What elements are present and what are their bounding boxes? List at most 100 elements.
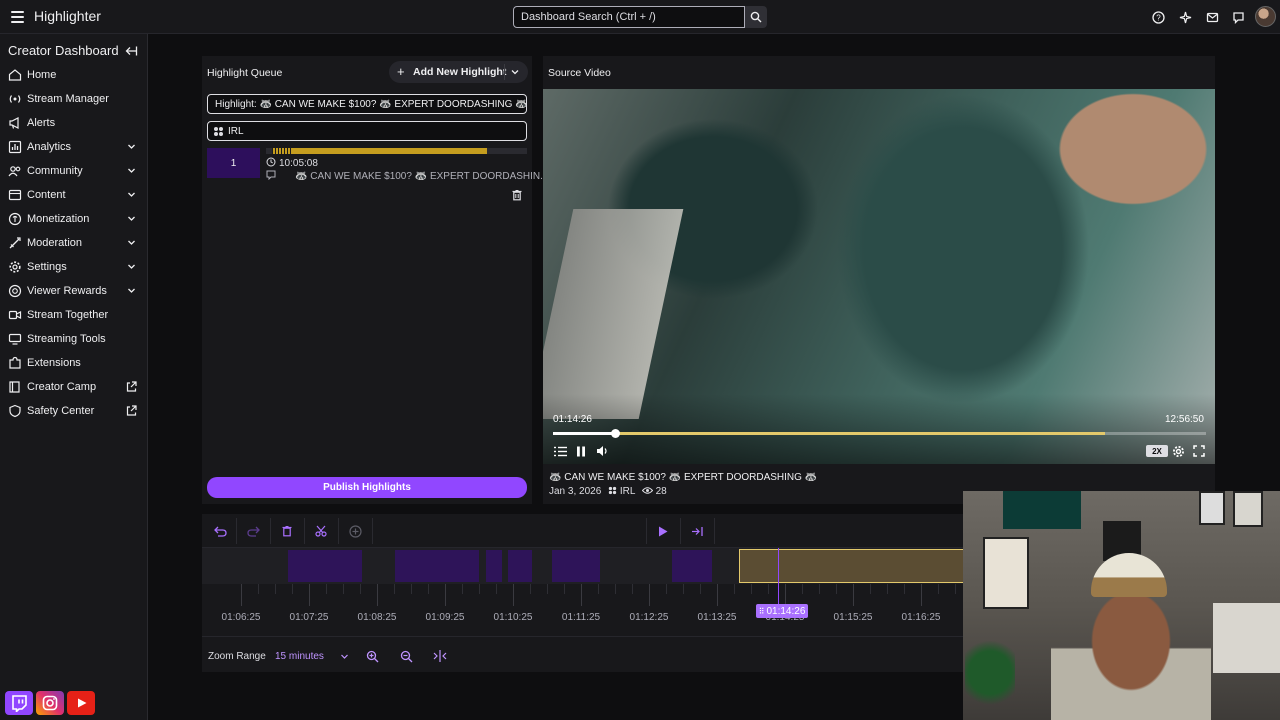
shield-icon — [9, 404, 21, 418]
sidebar-item-moderation[interactable]: Moderation — [0, 232, 147, 254]
timeline-segment[interactable] — [552, 550, 600, 582]
sidebar-item-label: Community — [27, 165, 83, 177]
help-icon[interactable]: ? — [1150, 9, 1166, 25]
settings-gear-icon[interactable] — [1171, 444, 1185, 458]
sparkle-icon[interactable] — [1177, 9, 1193, 25]
ruler-tick — [785, 584, 786, 606]
sidebar-item-settings[interactable]: Settings — [0, 256, 147, 278]
zoom-out-icon[interactable] — [398, 648, 414, 664]
drag-handle-icon: ⠿ — [758, 606, 765, 616]
ruler-tick — [717, 584, 718, 606]
sidebar-item-alerts[interactable]: Alerts — [0, 112, 147, 134]
zoom-in-icon[interactable] — [364, 648, 380, 664]
tools-icon — [8, 333, 22, 345]
clip-number-badge[interactable]: 1 — [207, 148, 260, 178]
category-field[interactable]: IRL — [207, 121, 527, 141]
jump-to-end-icon[interactable] — [687, 521, 707, 541]
timeline-segment[interactable] — [672, 550, 712, 582]
seek-knob[interactable] — [611, 429, 621, 438]
sidebar: Creator Dashboard Home Stream Manager Aler… — [0, 34, 147, 720]
chapters-icon[interactable] — [553, 444, 567, 458]
sidebar-item-analytics[interactable]: Analytics — [0, 136, 147, 158]
video-seek-bar[interactable] — [553, 429, 1206, 438]
playback-speed-button[interactable]: 2X — [1146, 445, 1168, 457]
sidebar-item-label: Safety Center — [27, 405, 95, 417]
sidebar-item-label: Content — [27, 189, 66, 201]
chevron-down-icon[interactable] — [510, 67, 520, 77]
sidebar-item-viewer-rewards[interactable]: Viewer Rewards — [0, 280, 147, 302]
undo-icon[interactable] — [210, 521, 230, 541]
external-link-icon — [126, 381, 137, 392]
chevron-down-icon[interactable] — [126, 213, 137, 224]
timeline-segment[interactable] — [486, 550, 502, 582]
sword-icon — [9, 237, 21, 249]
video-category: IRL — [619, 486, 636, 497]
add-new-highlight-button[interactable]: + Add New Highlight — [389, 61, 528, 83]
app-title: Highlighter — [34, 8, 101, 24]
category-value: IRL — [228, 126, 244, 137]
sidebar-item-extensions[interactable]: Extensions — [0, 352, 147, 374]
sidebar-item-label: Home — [27, 69, 57, 81]
ruler-tick — [581, 584, 582, 606]
volume-icon[interactable] — [595, 444, 609, 458]
community-icon — [8, 166, 21, 177]
twitch-icon — [5, 691, 33, 715]
eye-icon — [641, 487, 653, 494]
zoom-range-select[interactable]: 15 minutes — [275, 651, 324, 662]
chevron-down-icon[interactable] — [126, 189, 137, 200]
timeline-segment[interactable] — [395, 550, 479, 582]
home-icon — [8, 69, 22, 81]
source-video-title: Source Video — [548, 67, 611, 79]
chevron-down-icon[interactable] — [126, 165, 137, 176]
highlight-title-field[interactable]: Highlight: 🦝 CAN WE MAKE $100? 🦝 EXPERT … — [207, 94, 527, 114]
chevron-down-icon[interactable] — [126, 237, 137, 248]
playhead-time-label[interactable]: ⠿ 01:14:26 — [756, 604, 808, 618]
sidebar-item-streaming-tools[interactable]: Streaming Tools — [0, 328, 147, 350]
video-player[interactable]: 01:14:26 12:56:50 2X — [543, 89, 1215, 464]
pause-icon[interactable] — [574, 444, 588, 458]
top-bar: Highlighter ? — [0, 0, 1280, 34]
sidebar-item-label: Monetization — [27, 213, 90, 225]
ruler-tick — [377, 584, 378, 606]
chevron-down-icon[interactable] — [340, 652, 349, 661]
analytics-icon — [8, 140, 22, 154]
sidebar-item-content[interactable]: Content — [0, 184, 147, 206]
video-meta: Jan 3, 2026 IRL 28 — [549, 486, 667, 497]
ruler-tick — [241, 584, 242, 606]
sidebar-item-label: Stream Manager — [27, 93, 109, 105]
clip-strip[interactable] — [266, 148, 527, 154]
sidebar-item-stream-together[interactable]: Stream Together — [0, 304, 147, 326]
user-avatar[interactable] — [1255, 6, 1276, 27]
video-views: 28 — [655, 486, 667, 497]
chevron-down-icon[interactable] — [126, 141, 137, 152]
sidebar-item-safety-center[interactable]: Safety Center — [0, 400, 147, 422]
ruler-tick — [649, 584, 650, 606]
publish-highlights-button[interactable]: Publish Highlights — [207, 477, 527, 498]
collapse-sidebar-icon[interactable] — [124, 44, 138, 58]
sidebar-item-stream-manager[interactable]: Stream Manager — [0, 88, 147, 110]
trash-icon[interactable] — [511, 189, 523, 201]
play-icon[interactable] — [653, 521, 673, 541]
sidebar-item-community[interactable]: Community — [0, 160, 147, 182]
ruler-tick-label: 01:13:25 — [697, 612, 737, 623]
sidebar-header: Creator Dashboard — [8, 43, 119, 58]
redo-icon[interactable] — [243, 521, 263, 541]
timeline-segment[interactable] — [288, 550, 362, 582]
inbox-icon[interactable] — [1204, 9, 1220, 25]
search-input[interactable] — [513, 6, 745, 28]
chat-icon[interactable] — [1230, 9, 1246, 25]
ruler-tick-label: 01:07:25 — [289, 612, 329, 623]
chevron-down-icon[interactable] — [126, 261, 137, 272]
sidebar-item-home[interactable]: Home — [0, 64, 147, 86]
chevron-down-icon[interactable] — [126, 285, 137, 296]
sidebar-item-monetization[interactable]: Monetization — [0, 208, 147, 230]
delete-segment-icon[interactable] — [277, 521, 297, 541]
sidebar-item-creator-camp[interactable]: Creator Camp — [0, 376, 147, 398]
fit-to-view-icon[interactable] — [432, 648, 448, 664]
add-marker-icon[interactable] — [345, 521, 365, 541]
timeline-segment[interactable] — [508, 550, 532, 582]
search-button[interactable] — [745, 6, 767, 28]
menu-icon[interactable] — [5, 5, 29, 29]
scissors-icon[interactable] — [311, 521, 331, 541]
fullscreen-icon[interactable] — [1192, 444, 1206, 458]
